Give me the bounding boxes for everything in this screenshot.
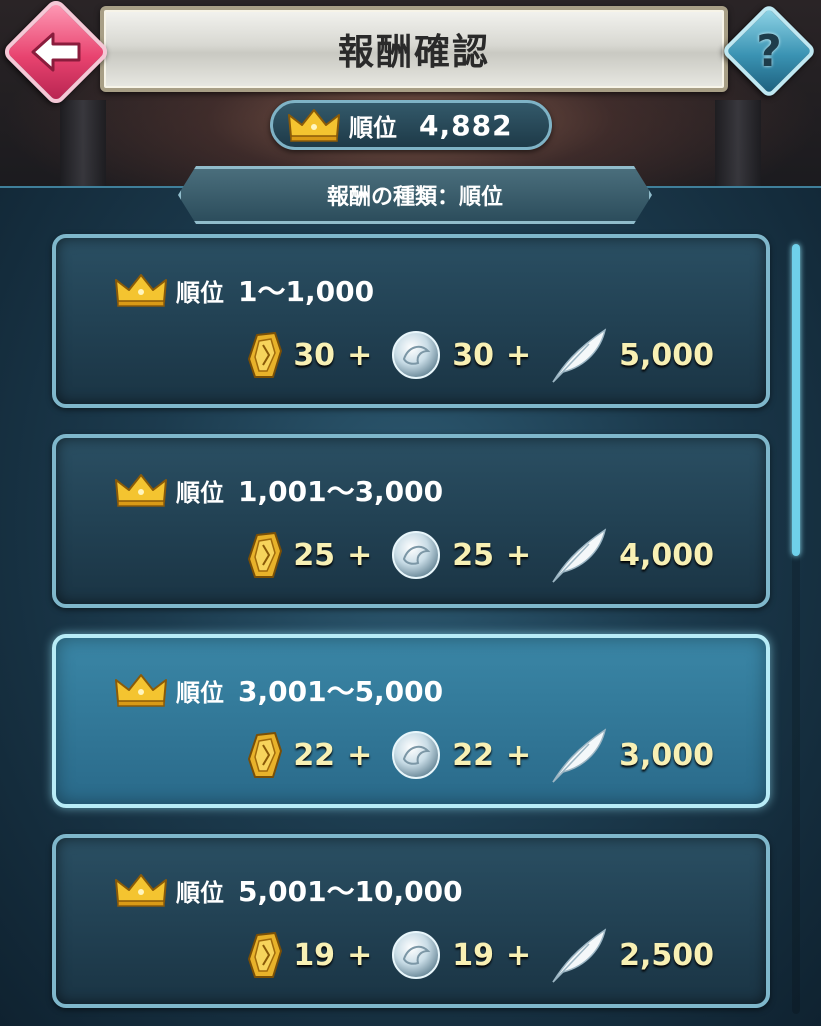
- plus-separator: +: [505, 937, 532, 973]
- crown-icon: [115, 474, 167, 507]
- feather-icon: [552, 728, 607, 783]
- orb-icon: [392, 931, 441, 979]
- reward-rank-label: 順位: [176, 678, 224, 707]
- back-arrow-icon: [31, 32, 81, 72]
- reward-card-header: 順位 1,001～3,000: [114, 470, 443, 510]
- reward-rank-label: 順位: [176, 478, 224, 507]
- reward-items: 30 + 30 + 5,000: [247, 326, 714, 384]
- reward-rank-label: 順位: [176, 278, 224, 307]
- sacred-coin-icon: [248, 732, 283, 778]
- help-button[interactable]: ?: [720, 2, 818, 100]
- feather-icon: [552, 528, 607, 583]
- reward-rank-range: 3,001～5,000: [238, 675, 444, 708]
- reward-type-tab: 報酬の種類：順位: [178, 166, 652, 224]
- reward-card: 順位 1,001～3,000 25 + 25 + 4,000: [52, 434, 770, 608]
- reward-items: 22 + 22 + 3,000: [247, 726, 714, 784]
- reward-rank-range: 1～1,000: [238, 275, 375, 308]
- reward-card: 順位 3,001～5,000 22 + 22 + 3,000: [52, 634, 770, 808]
- reward-card-header: 順位 3,001～5,000: [114, 670, 443, 710]
- reward-items: 19 + 19 + 2,500: [247, 926, 714, 984]
- feather-amount: 4,000: [619, 537, 714, 573]
- sacred-coin-icon: [248, 532, 283, 578]
- crown-icon: [115, 274, 167, 307]
- sacred-coin-icon: [248, 332, 283, 378]
- back-button[interactable]: [0, 0, 112, 108]
- sacred-coin-amount: 19: [293, 937, 336, 973]
- current-rank-value: 4,882: [419, 108, 513, 142]
- orb-amount: 19: [452, 937, 494, 973]
- plus-separator: +: [347, 937, 373, 973]
- pillar-left: [60, 100, 106, 200]
- feather-icon: [552, 928, 607, 983]
- reward-type-label: 報酬の種類：順位: [326, 185, 503, 210]
- orb-amount: 30: [452, 337, 494, 373]
- page-title: 報酬確認: [337, 32, 490, 73]
- reward-card-header: 順位 5,001～10,000: [114, 870, 463, 910]
- plus-separator: +: [505, 537, 532, 573]
- orb-icon: [392, 731, 441, 779]
- reward-rank-range: 1,001～3,000: [238, 475, 444, 508]
- feather-amount: 3,000: [619, 737, 714, 773]
- pillar-right: [715, 100, 761, 200]
- feather-icon: [552, 328, 607, 383]
- orb-icon: [392, 531, 441, 579]
- orb-amount: 25: [452, 537, 494, 573]
- plus-separator: +: [347, 737, 373, 773]
- sacred-coin-amount: 30: [293, 337, 336, 373]
- sacred-coin-icon: [248, 932, 283, 978]
- feather-amount: 2,500: [619, 937, 714, 973]
- question-mark-icon: ?: [756, 25, 782, 77]
- reward-card: 順位 5,001～10,000 19 + 19 + 2,500: [52, 834, 770, 1008]
- scrollbar-thumb[interactable]: [792, 244, 800, 556]
- feather-amount: 5,000: [619, 337, 714, 373]
- orb-icon: [392, 331, 441, 379]
- reward-card: 順位 1～1,000 30 + 30 + 5,000: [52, 234, 770, 408]
- crown-icon: [288, 109, 340, 142]
- crown-icon: [115, 674, 167, 707]
- plus-separator: +: [347, 337, 373, 373]
- reward-items: 25 + 25 + 4,000: [247, 526, 714, 584]
- plus-separator: +: [505, 337, 532, 373]
- sacred-coin-amount: 22: [293, 737, 336, 773]
- current-rank-pill: 順位 4,882: [270, 100, 552, 150]
- plus-separator: +: [347, 537, 373, 573]
- orb-amount: 22: [452, 737, 494, 773]
- plus-separator: +: [505, 737, 532, 773]
- reward-rank-label: 順位: [176, 878, 224, 907]
- reward-card-header: 順位 1～1,000: [114, 270, 374, 310]
- reward-rank-range: 5,001～10,000: [238, 875, 463, 908]
- sacred-coin-amount: 25: [293, 537, 336, 573]
- title-bar: 報酬確認: [100, 6, 728, 92]
- current-rank-label: 順位: [349, 113, 397, 142]
- crown-icon: [115, 874, 167, 907]
